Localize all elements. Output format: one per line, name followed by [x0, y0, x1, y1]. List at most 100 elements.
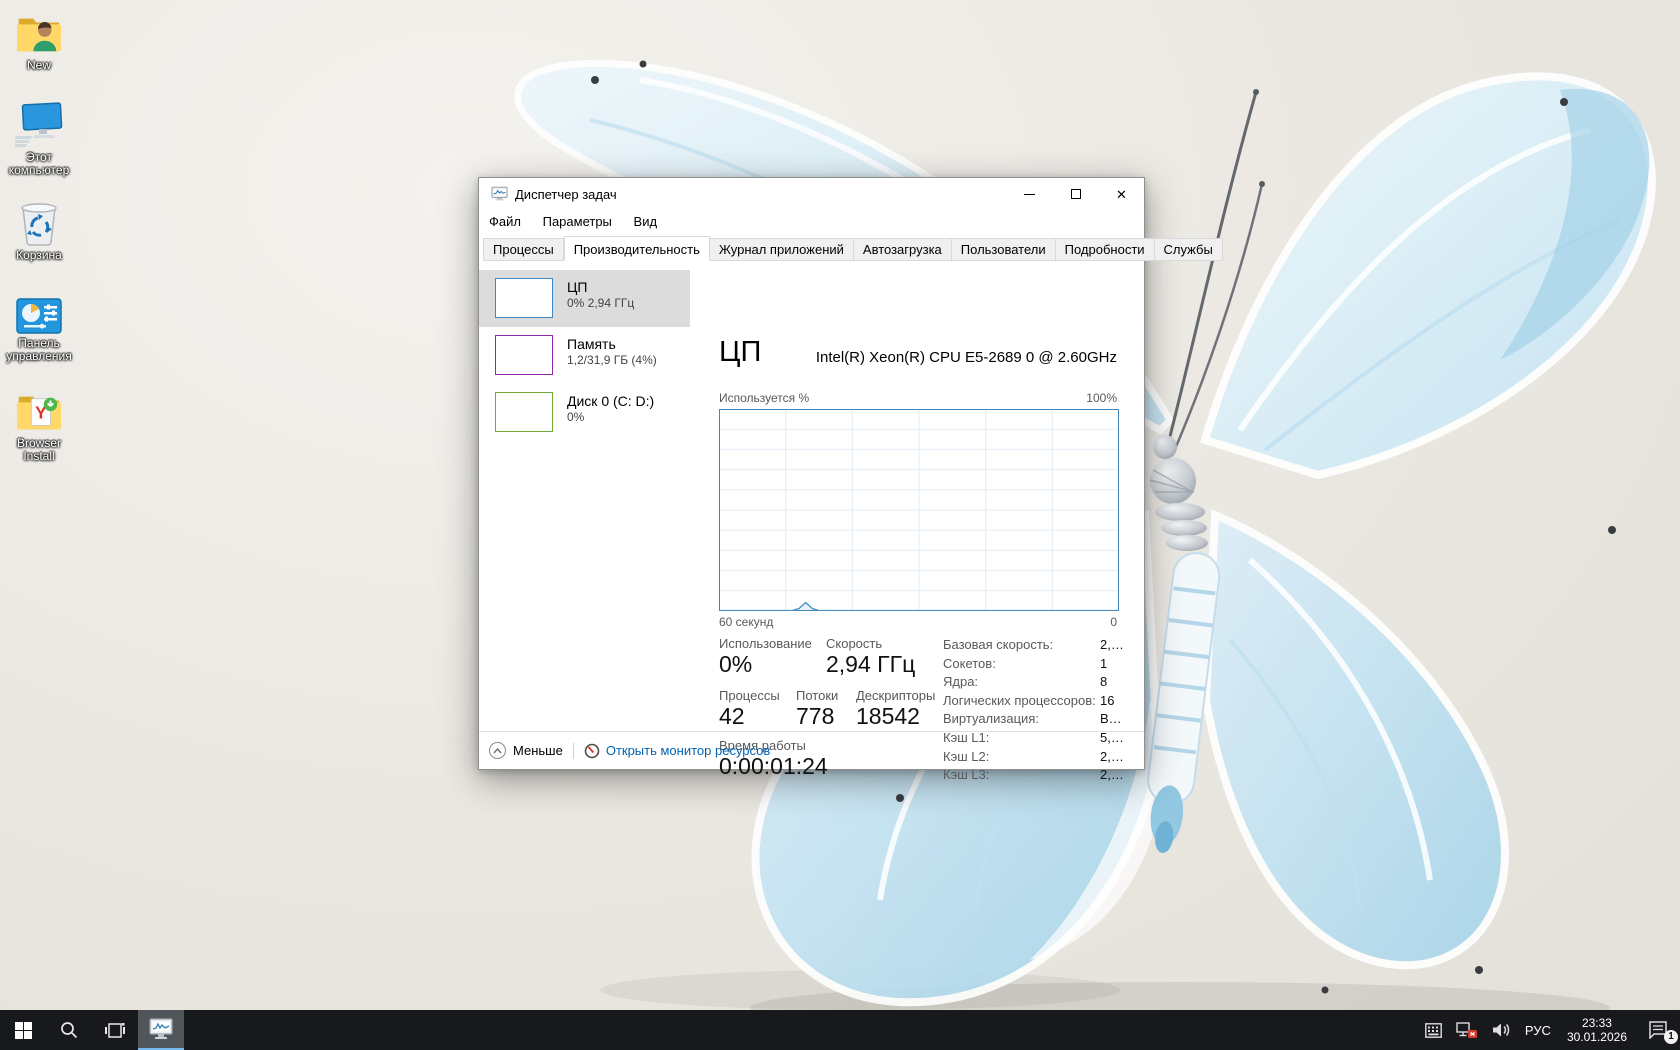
start-button[interactable] — [0, 1010, 46, 1050]
touch-keyboard-icon — [1424, 1022, 1442, 1038]
resource-monitor-icon — [584, 743, 600, 758]
speaker-icon — [1492, 1023, 1510, 1037]
stat-handles-label: Дескрипторы — [856, 688, 936, 703]
desktop-icon-recycle-bin[interactable]: Корзина — [0, 200, 78, 262]
recycle-bin-icon — [21, 203, 57, 246]
stats-row-usage-speed: Использование 0% Скорость 2,94 ГГц — [719, 636, 915, 677]
info-row: Базовая скорость: 2,… — [943, 637, 1128, 656]
sidebar-disk-subtitle: 0% — [567, 410, 585, 424]
task-manager-app-icon — [491, 186, 508, 201]
maximize-icon — [1070, 189, 1081, 199]
sidebar-item-memory[interactable]: Память 1,2/31,9 ГБ (4%) — [479, 327, 690, 384]
maximize-button[interactable] — [1053, 178, 1098, 210]
info-l3-label: Кэш L3: — [943, 767, 990, 783]
tab-app-history[interactable]: Журнал приложений — [709, 238, 854, 261]
minimize-button[interactable] — [1007, 178, 1052, 210]
stats-row-counts: Процессы 42 Потоки 778 Дескрипторы 18542 — [719, 688, 935, 729]
footer-bar: Меньше Открыть монитор ресурсов — [479, 731, 1144, 769]
control-panel-icon — [16, 298, 62, 334]
menu-file[interactable]: Файл — [479, 210, 530, 233]
info-cores-label: Ядра: — [943, 674, 979, 690]
sidebar-cpu-subtitle: 0% 2,94 ГГц — [567, 296, 635, 310]
footer-divider — [572, 742, 574, 759]
tab-services[interactable]: Службы — [1154, 238, 1223, 261]
task-manager-window: Диспетчер задач ✕ Файл Параметры Вид Про… — [478, 177, 1223, 782]
cpu-panel: ЦП Intel(R) Xeon(R) CPU E5-2689 0 @ 2.60… — [690, 261, 1144, 782]
cpu-model-name: Intel(R) Xeon(R) CPU E5-2689 0 @ 2.60GHz — [815, 349, 1117, 366]
info-sockets-value: 1 — [1100, 655, 1108, 671]
menu-options[interactable]: Параметры — [534, 210, 621, 233]
search-button[interactable] — [46, 1010, 92, 1050]
chart-label-0: 0 — [1110, 615, 1117, 629]
tab-performance[interactable]: Производительность — [563, 236, 710, 261]
stat-speed-value: 2,94 ГГц — [826, 651, 916, 677]
close-icon: ✕ — [1116, 186, 1127, 202]
close-button[interactable]: ✕ — [1099, 178, 1144, 210]
action-center-button[interactable]: 1 — [1636, 1010, 1680, 1050]
title-bar[interactable]: Диспетчер задач ✕ — [479, 178, 1144, 210]
info-row: Ядра: 8 — [943, 674, 1128, 693]
cpu-usage-chart[interactable] — [719, 409, 1119, 611]
stat-processes-value: 42 — [719, 703, 745, 729]
sidebar-item-disk0[interactable]: Диск 0 (C: D:) 0% — [479, 384, 690, 441]
info-l3-value: 2,… — [1100, 767, 1124, 783]
tab-processes[interactable]: Процессы — [483, 238, 564, 261]
menu-bar: Файл Параметры Вид — [479, 210, 1144, 234]
stat-threads-value: 778 — [796, 703, 835, 729]
stat-handles-value: 18542 — [856, 703, 920, 729]
memory-mini-graph — [495, 335, 553, 375]
volume-button[interactable] — [1485, 1010, 1518, 1050]
desktop-icon-control-panel[interactable]: Панель управления — [0, 298, 78, 363]
taskbar-app-task-manager[interactable] — [138, 1010, 184, 1050]
minimize-icon — [1024, 193, 1035, 195]
clock[interactable]: 23:33 30.01.2026 — [1558, 1010, 1636, 1050]
desktop-icon-new[interactable]: New — [0, 12, 78, 72]
desktop-icon-this-pc[interactable]: Этот компьютер — [0, 102, 78, 177]
this-pc-icon — [15, 102, 63, 147]
menu-view[interactable]: Вид — [625, 210, 667, 233]
info-row: Кэш L3: 2,… — [943, 767, 1128, 786]
chevron-up-icon — [489, 742, 506, 759]
desktop-icon-label: Browser Install — [16, 436, 61, 463]
fewer-details-button[interactable]: Меньше — [489, 742, 563, 759]
task-view-button[interactable] — [92, 1010, 138, 1050]
stat-speed-label: Скорость — [826, 636, 883, 651]
notification-badge: 1 — [1664, 1030, 1678, 1044]
fewer-details-label: Меньше — [513, 743, 563, 758]
info-virtualization-value: В… — [1100, 711, 1122, 727]
window-title: Диспетчер задач — [515, 187, 617, 202]
clock-time: 23:33 — [1581, 1016, 1612, 1030]
desktop-icon-label: Корзина — [16, 248, 62, 262]
taskbar: РУС 23:33 30.01.2026 1 — [0, 1010, 1680, 1050]
language-indicator[interactable]: РУС — [1518, 1010, 1558, 1050]
desktop-icon-label: Панель управления — [6, 336, 72, 363]
windows-logo-icon — [14, 1021, 32, 1039]
chart-label-60s: 60 секунд — [719, 615, 774, 629]
tab-startup[interactable]: Автозагрузка — [853, 238, 952, 261]
info-row: Логических процессоров: 16 — [943, 693, 1128, 712]
network-disconnected-icon — [1456, 1021, 1477, 1038]
clock-date: 30.01.2026 — [1566, 1030, 1627, 1044]
user-folder-icon — [16, 18, 62, 52]
info-row: Сокетов: 1 — [943, 656, 1128, 675]
info-cores-value: 8 — [1100, 674, 1108, 690]
cpu-heading: ЦП — [719, 336, 762, 368]
desktop-icon-browser-install[interactable]: Y Browser Install — [0, 390, 78, 463]
chart-label-usage: Используется % — [719, 391, 810, 405]
info-virtualization-label: Виртуализация: — [943, 711, 1039, 727]
sidebar-item-cpu[interactable]: ЦП 0% 2,94 ГГц — [479, 270, 690, 327]
network-status-button[interactable] — [1449, 1010, 1485, 1050]
desktop-icon-label: Этот компьютер — [8, 150, 70, 177]
desktop-icon-label: New — [26, 58, 51, 72]
touch-keyboard-button[interactable] — [1418, 1010, 1449, 1050]
info-sockets-label: Сокетов: — [943, 655, 996, 671]
tab-users[interactable]: Пользователи — [951, 238, 1056, 261]
open-resource-monitor-link[interactable]: Открыть монитор ресурсов — [584, 743, 770, 759]
tab-details[interactable]: Подробности — [1055, 238, 1155, 261]
stat-threads-label: Потоки — [796, 688, 839, 703]
tab-strip: Процессы Производительность Журнал прило… — [483, 236, 1223, 261]
browser-folder-icon: Y — [16, 396, 62, 430]
stat-usage-value: 0% — [719, 651, 753, 677]
stat-processes-label: Процессы — [719, 688, 780, 703]
info-row: Виртуализация: В… — [943, 711, 1128, 730]
